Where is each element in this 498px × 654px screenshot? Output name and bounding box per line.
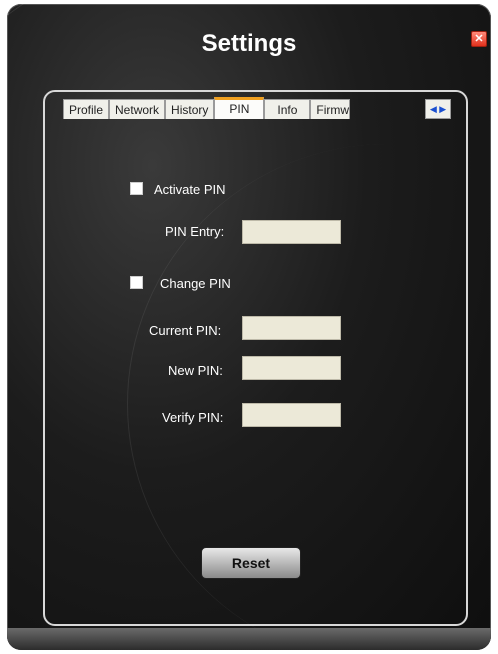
current-pin-field[interactable]	[242, 316, 341, 340]
pin-entry-label: PIN Entry:	[165, 224, 225, 239]
tab-info[interactable]: Info	[264, 99, 311, 119]
tab-firmware[interactable]: Firmw	[310, 99, 351, 119]
verify-pin-label: Verify PIN:	[162, 410, 224, 425]
change-pin-label: Change PIN	[160, 276, 231, 291]
tab-bar: Profile Network History PIN Info Firmw	[63, 97, 351, 119]
tab-scroll-left-icon[interactable]: ◀	[430, 104, 437, 114]
current-pin-label: Current PIN:	[149, 323, 222, 338]
window-bottom-bar	[7, 628, 491, 650]
tab-network[interactable]: Network	[109, 99, 166, 119]
tab-history[interactable]: History	[165, 99, 215, 119]
pin-entry-field[interactable]	[242, 220, 341, 244]
close-button[interactable]: ✕	[471, 31, 487, 47]
close-icon: ✕	[474, 33, 484, 45]
tab-profile[interactable]: Profile	[63, 99, 110, 119]
activate-pin-label: Activate PIN	[154, 182, 226, 197]
new-pin-label: New PIN:	[168, 363, 223, 378]
activate-pin-checkbox[interactable]	[130, 182, 143, 195]
reset-button[interactable]: Reset	[201, 547, 301, 579]
tab-pin[interactable]: PIN	[214, 97, 265, 119]
verify-pin-field[interactable]	[242, 403, 341, 427]
window-title: Settings	[201, 30, 297, 57]
new-pin-field[interactable]	[242, 356, 341, 380]
change-pin-checkbox[interactable]	[130, 276, 143, 289]
tab-scroll-control[interactable]: ◀ ▶	[425, 99, 451, 119]
tab-scroll-right-icon[interactable]: ▶	[439, 104, 446, 114]
